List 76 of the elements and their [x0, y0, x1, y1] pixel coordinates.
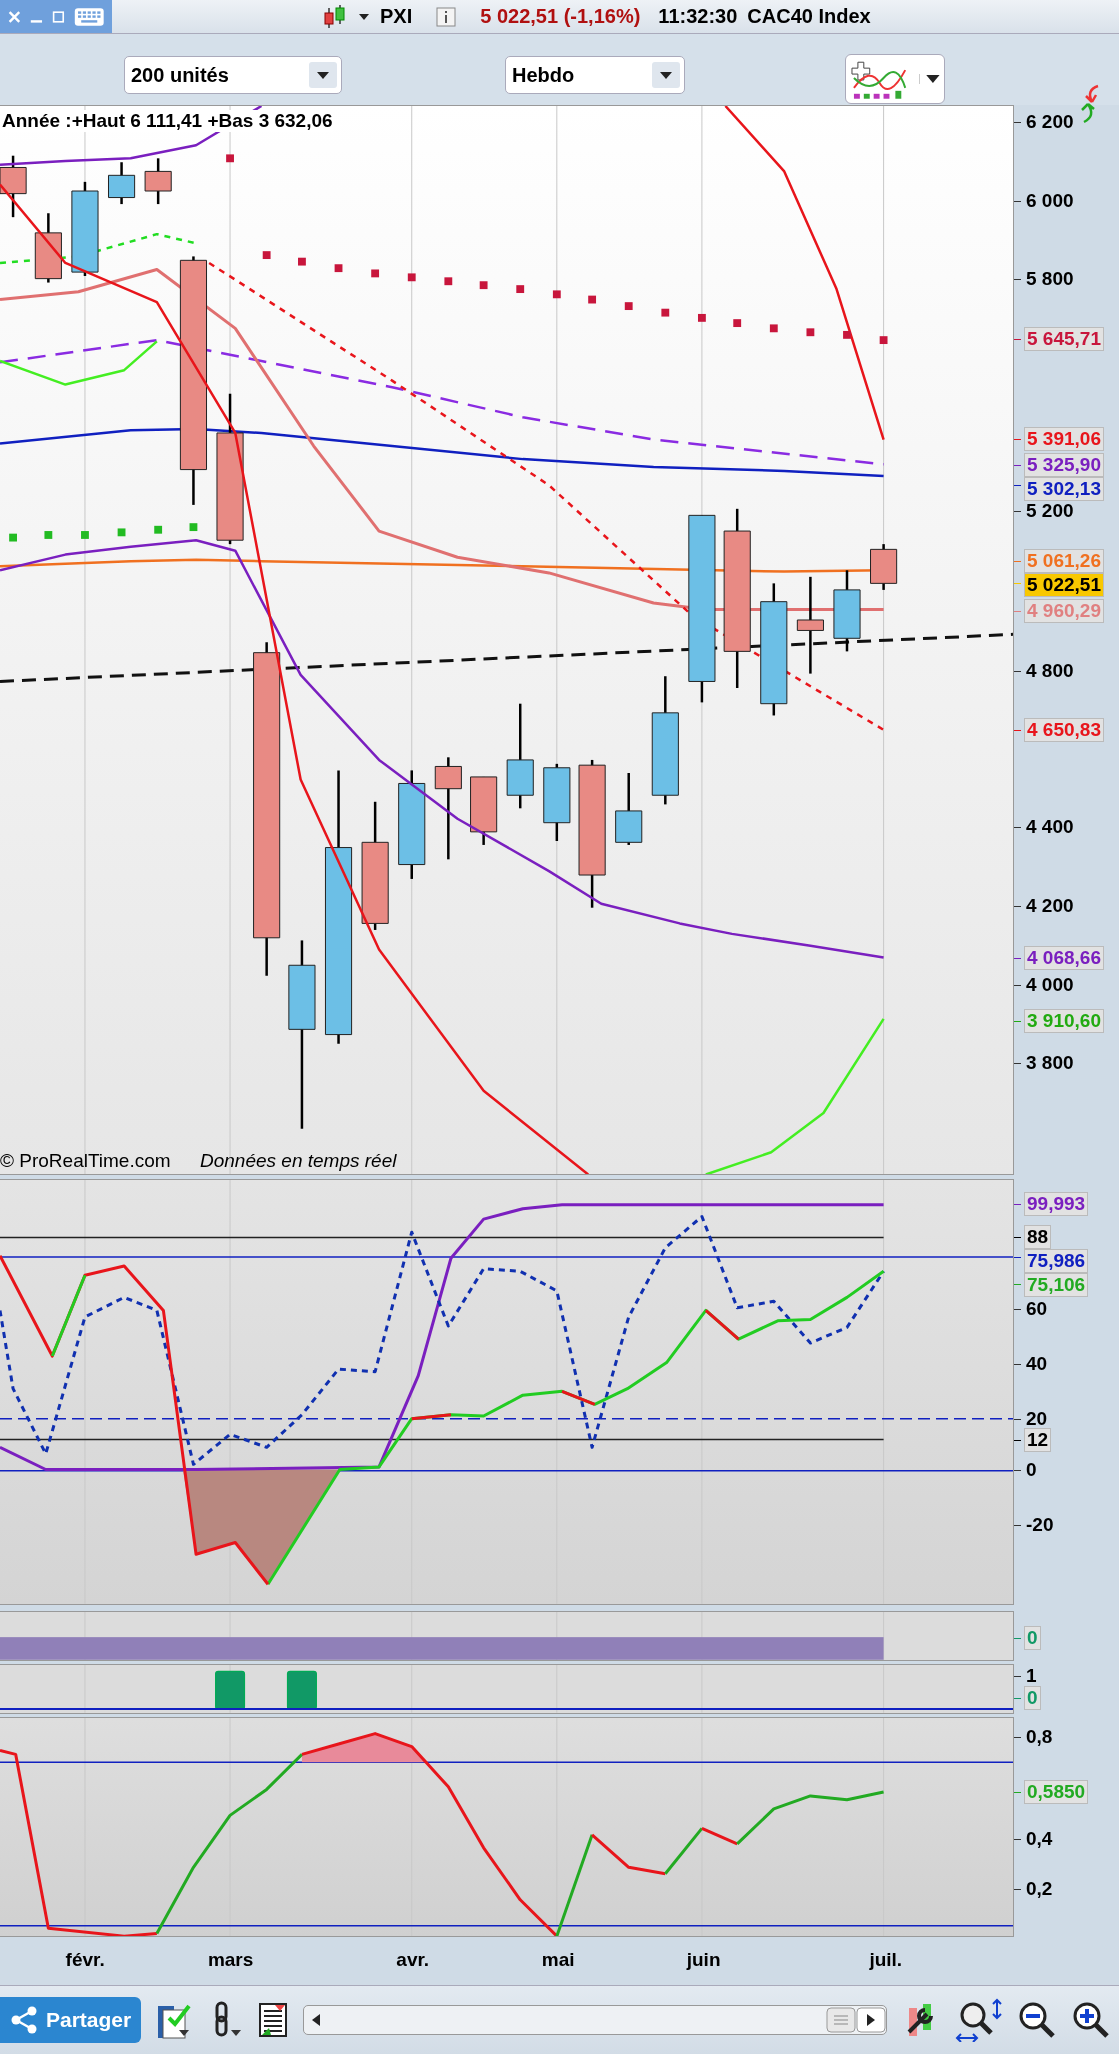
- instrument-name: CAC40 Index: [747, 5, 871, 28]
- axis-label: 6 000: [1026, 189, 1074, 212]
- scroll-thumb[interactable]: [826, 2007, 856, 2033]
- date-label: juin: [686, 1949, 721, 1971]
- axis-label: 60: [1026, 1298, 1048, 1321]
- axis-label: 0,4: [1026, 1827, 1053, 1850]
- value-tag: 0: [1024, 1625, 1041, 1650]
- value-tag: 75,106: [1024, 1273, 1089, 1298]
- axis-label: -20: [1026, 1514, 1054, 1537]
- time-text: 11:32:30: [658, 5, 738, 28]
- axis-label: 40: [1026, 1353, 1048, 1376]
- date-label: avr.: [396, 1949, 430, 1971]
- caret-icon: [316, 70, 330, 80]
- zoom-fit-icon[interactable]: [955, 1998, 1003, 2042]
- axis-label: 20: [1026, 1408, 1048, 1431]
- zoom-in-icon[interactable]: [1071, 2000, 1111, 2040]
- axis-label: 4 200: [1026, 894, 1074, 917]
- date-label: févr.: [65, 1949, 105, 1971]
- value-tag: 3 910,60: [1024, 1008, 1104, 1033]
- value-tag: 5 645,71: [1024, 327, 1104, 352]
- value-tag: 5 022,51: [1024, 572, 1104, 597]
- share-button[interactable]: Partager: [0, 1997, 142, 2043]
- candlestick: [870, 544, 898, 590]
- date-label: mars: [207, 1949, 254, 1971]
- axis-label: 1: [1026, 1664, 1037, 1687]
- value-tag: 4 650,83: [1024, 717, 1104, 742]
- zoom-out-icon[interactable]: [1017, 2000, 1057, 2040]
- candlestick: [0, 155, 27, 218]
- value-tag: 99,993: [1024, 1192, 1089, 1217]
- signal-bar: [215, 1670, 246, 1710]
- candlestick: [108, 162, 136, 205]
- value-tag: 5 302,13: [1024, 477, 1104, 502]
- value-tag: 4 068,66: [1024, 945, 1104, 970]
- axis-label: 4 800: [1026, 660, 1074, 682]
- axis-label: 5 200: [1026, 500, 1074, 523]
- share-icon: [10, 2006, 38, 2034]
- document-icon[interactable]: [257, 2002, 290, 2038]
- candlestick: [470, 776, 498, 845]
- date-label: mai: [541, 1949, 575, 1971]
- caret-icon: [659, 70, 673, 80]
- axis-label: 4 000: [1026, 974, 1074, 997]
- candlestick-icon[interactable]: [322, 3, 348, 30]
- copyright-text: © ProRealTime.com: [0, 1150, 171, 1173]
- caret-icon: [919, 74, 940, 84]
- candlestick: [144, 158, 172, 205]
- info-icon[interactable]: [436, 6, 457, 27]
- legend-text: Année :+Haut 6 111,41 +Bas 3 632,06: [2, 109, 333, 132]
- quote-text: 5 022,51 (-1,16%): [480, 5, 641, 28]
- value-tag: 0: [1024, 1686, 1041, 1711]
- axis-label: 0,2: [1026, 1877, 1053, 1900]
- value-tag: 4 960,29: [1024, 598, 1104, 623]
- horizontal-scrollbar[interactable]: [303, 2005, 887, 2035]
- axis-label: 3 800: [1026, 1051, 1074, 1074]
- symbol-label[interactable]: PXI: [380, 5, 413, 28]
- value-tag: 5 391,06: [1024, 427, 1104, 452]
- date-label: juil.: [869, 1949, 903, 1971]
- axis-label: 5 800: [1026, 268, 1074, 291]
- signal-bar: [286, 1670, 317, 1710]
- value-tag: 5 061,26: [1024, 548, 1104, 573]
- caret-icon[interactable]: [358, 11, 370, 22]
- units-dropdown[interactable]: 200 unités: [124, 56, 342, 94]
- axis-label: 0,8: [1026, 1725, 1053, 1748]
- axis-label: 4 400: [1026, 815, 1074, 838]
- axis-label: 6 200: [1026, 111, 1074, 133]
- data-note: Données en temps réel: [200, 1150, 397, 1173]
- candlestick: [34, 213, 62, 283]
- period-dropdown[interactable]: Hebdo: [505, 56, 685, 94]
- indicators-button[interactable]: [845, 54, 945, 104]
- value-tag: 0,5850: [1024, 1779, 1089, 1804]
- value-tag: 88: [1024, 1225, 1052, 1250]
- maximize-icon[interactable]: [51, 8, 65, 25]
- axis-label: 0: [1026, 1459, 1037, 1482]
- value-tag: 5 325,90: [1024, 453, 1104, 478]
- value-tag: 12: [1024, 1428, 1052, 1453]
- close-icon[interactable]: [8, 8, 21, 25]
- value-tag: 75,986: [1024, 1249, 1089, 1274]
